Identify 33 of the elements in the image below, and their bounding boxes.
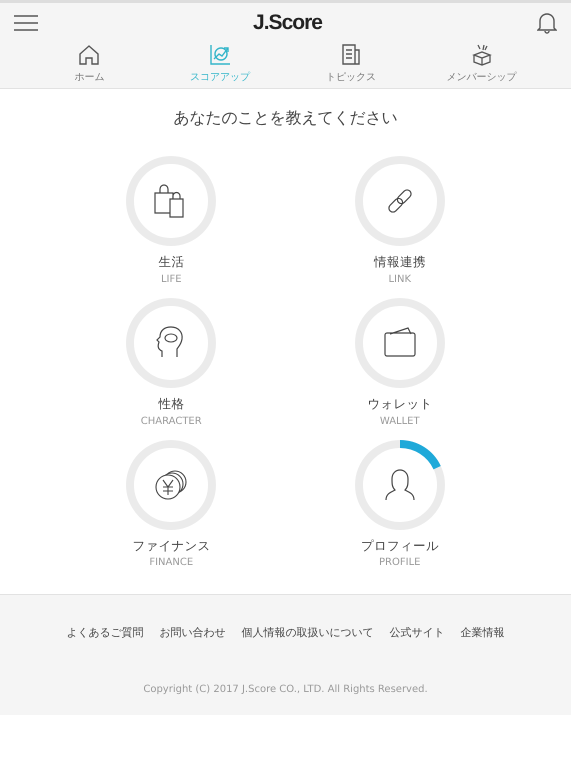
footer-link[interactable]: 個人情報の取扱いについて — [242, 625, 374, 642]
category-title: 情報連携 — [374, 253, 426, 271]
nav-tab[interactable]: メンバーシップ — [416, 43, 547, 85]
footer-link[interactable]: お問い合わせ — [160, 625, 226, 642]
category-subtitle: WALLET — [380, 414, 420, 428]
nav-tab[interactable]: ホーム — [24, 43, 155, 85]
category-title: 性格 — [158, 394, 184, 413]
heading: あなたのことを教えてください — [174, 108, 398, 127]
footer-link[interactable]: よくあるご質問 — [66, 625, 144, 642]
footer-link[interactable]: 公式サイト — [390, 625, 444, 642]
category-subtitle: CHARACTER — [140, 414, 202, 428]
menu-icon[interactable] — [14, 15, 38, 31]
scoreup-icon — [208, 43, 232, 67]
shopping-bags-icon — [155, 185, 184, 217]
home-icon — [77, 43, 102, 67]
category-title: ウォレット — [367, 394, 432, 413]
head-icon — [157, 326, 182, 357]
category-title: 生活 — [158, 253, 184, 271]
chain-link-icon — [387, 188, 412, 214]
person-icon — [386, 470, 414, 500]
category-subtitle: FINANCE — [149, 556, 194, 570]
category-title: ファイナンス — [132, 536, 210, 554]
app-logo: J.Score — [253, 10, 322, 36]
bell-icon[interactable] — [536, 12, 557, 34]
footer-link[interactable]: 企業情報 — [460, 625, 504, 642]
wallet-icon — [384, 328, 415, 356]
category-subtitle: PROFILE — [379, 556, 420, 570]
category-title: プロフィール — [360, 536, 439, 554]
yen-coins-icon — [156, 470, 186, 498]
nav-tab[interactable]: トピックス — [286, 43, 416, 85]
copyright-text: Copyright (C) 2017 J.Score CO., LTD. All Rights Reserved. — [143, 684, 428, 695]
category-subtitle: LIFE — [160, 272, 182, 287]
category-subtitle: LINK — [388, 272, 412, 287]
